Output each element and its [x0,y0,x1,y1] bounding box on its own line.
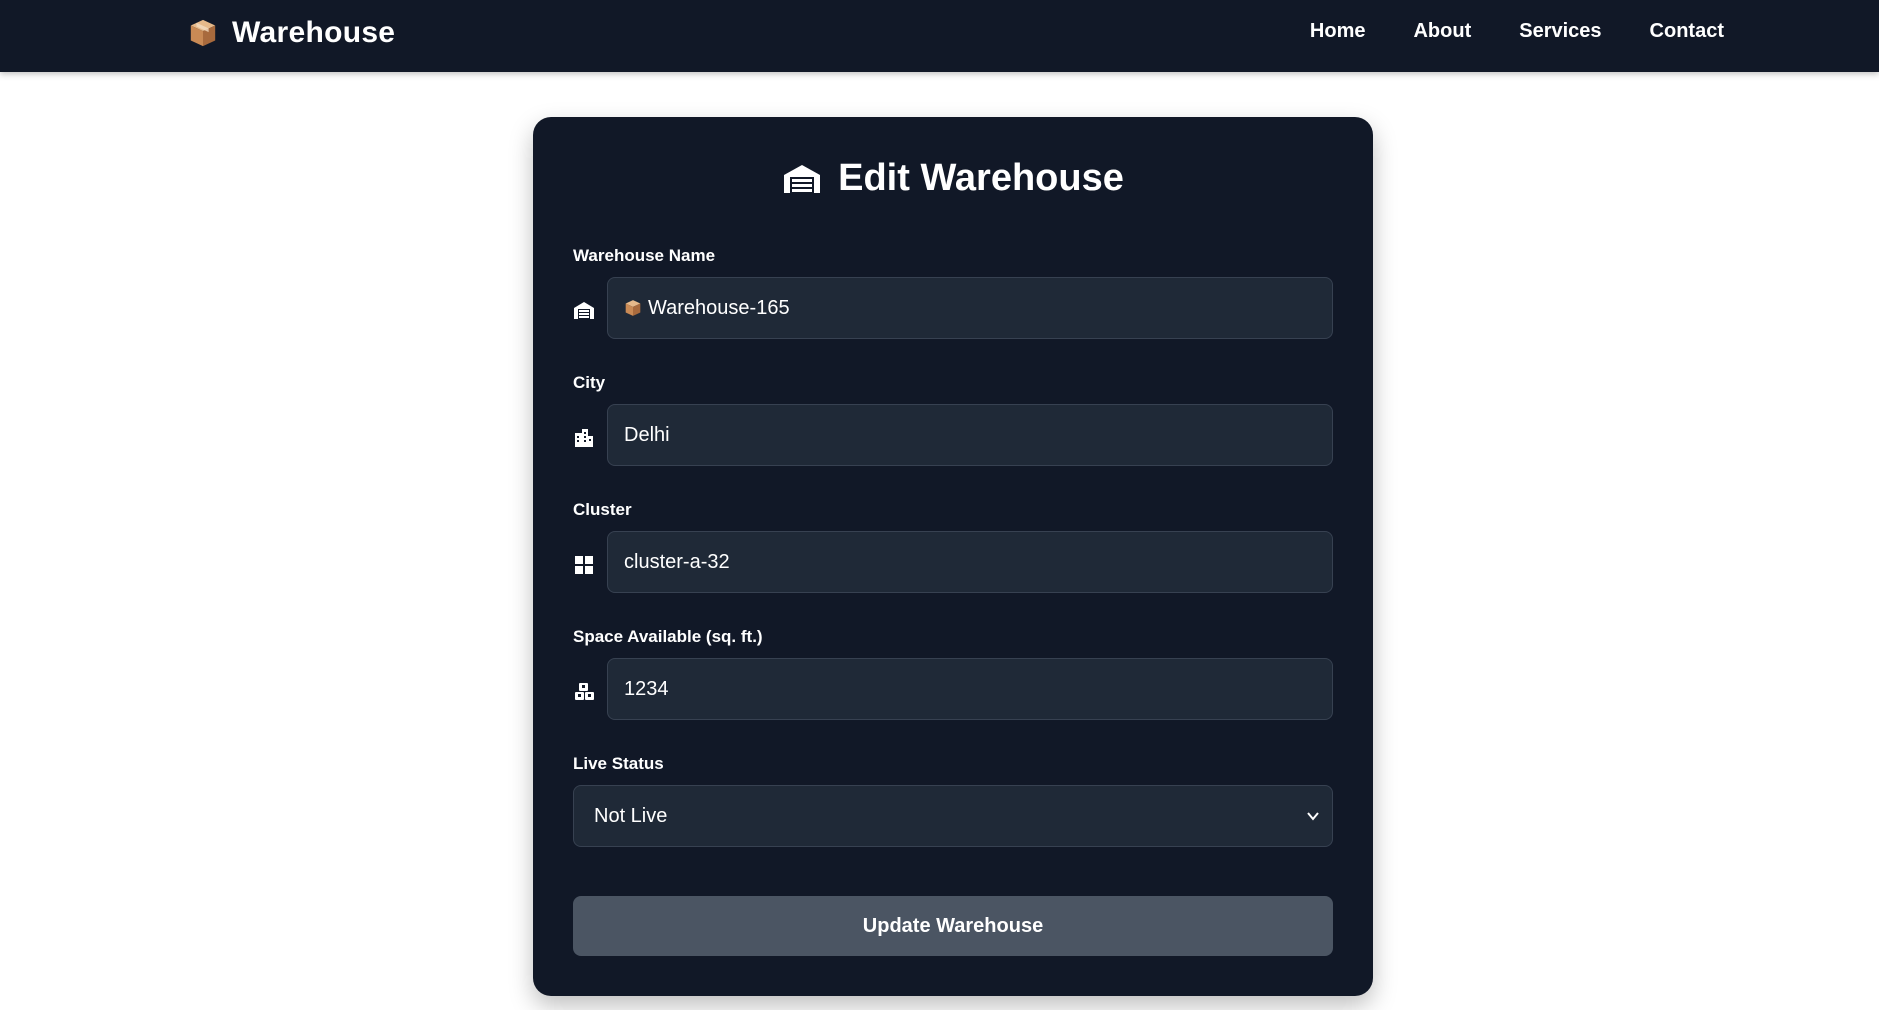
warehouse-icon [784,164,821,193]
city-input[interactable]: Delhi [607,404,1333,466]
space-available-label: Space Available (sq. ft.) [573,627,763,646]
city-value: Delhi [624,423,670,446]
warehouse-name-input[interactable]: Warehouse-165 [607,277,1333,339]
package-box-icon [190,19,216,47]
brand-name: Warehouse [232,16,396,49]
space-available-input[interactable]: 1234 [607,658,1333,720]
cluster-value: cluster-a-32 [624,550,730,573]
warehouse-name-label: Warehouse Name [573,246,716,265]
city-label: City [573,373,606,392]
grid-icon [575,556,593,574]
nav-menu: Home About Services Contact [1310,20,1724,43]
edit-warehouse-card: Edit Warehouse Warehouse Name Warehouse-… [533,117,1373,996]
brand-logo[interactable]: Warehouse [188,16,395,50]
update-warehouse-button[interactable]: Update Warehouse [573,896,1333,956]
chevron-down-icon [1307,812,1319,821]
live-status-select[interactable]: Not Live [573,785,1333,847]
nav-link-contact[interactable]: Contact [1650,20,1724,43]
form-title: Edit Warehouse [533,157,1373,200]
nav-link-home[interactable]: Home [1310,20,1366,43]
page-title: Edit Warehouse [838,157,1124,199]
package-box-icon [625,300,641,316]
live-status-label: Live Status [573,754,664,773]
space-available-value: 1234 [624,677,669,700]
cluster-input[interactable]: cluster-a-32 [607,531,1333,593]
warehouse-name-value: Warehouse-165 [648,296,790,319]
cluster-label: Cluster [573,500,632,519]
live-status-value: Not Live [594,804,668,827]
nav-link-services[interactable]: Services [1519,20,1601,43]
warehouse-icon [574,302,594,319]
city-icon [575,429,593,447]
boxes-icon [575,683,594,700]
top-navbar: Warehouse Home About Services Contact [0,0,1879,72]
nav-link-about[interactable]: About [1413,20,1471,43]
